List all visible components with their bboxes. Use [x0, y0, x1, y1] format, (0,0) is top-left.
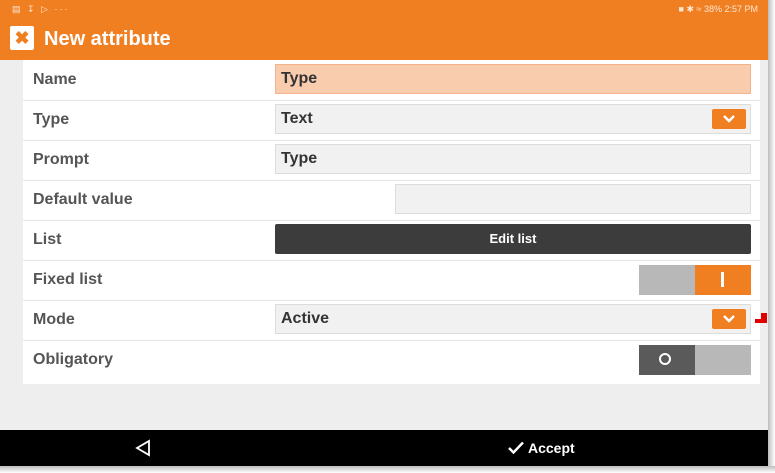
- app-screen: ▤ ↧ ▷ ··· ■ ✱ ≈ 38% 2:57 PM ✖ New attrib…: [0, 0, 768, 466]
- accept-button[interactable]: Accept: [508, 430, 575, 466]
- name-field[interactable]: Type: [275, 64, 751, 94]
- notification-icons: ▤ ↧ ▷ ···: [12, 4, 70, 14]
- form-row-list: List Edit list: [23, 220, 760, 261]
- type-dropdown-button[interactable]: [712, 109, 746, 129]
- form-row-obligatory: Obligatory: [23, 340, 760, 380]
- prompt-field[interactable]: Type: [275, 144, 751, 174]
- mode-label: Mode: [33, 311, 75, 328]
- chevron-down-icon: [723, 115, 735, 123]
- fixed-list-toggle[interactable]: [639, 265, 751, 295]
- type-value: Text: [281, 110, 313, 127]
- app-logo-icon: ✖: [10, 26, 34, 50]
- mode-select[interactable]: Active: [275, 304, 751, 334]
- toggle-on-icon: [721, 272, 724, 287]
- obligatory-toggle[interactable]: [639, 345, 751, 375]
- back-icon[interactable]: [134, 439, 152, 457]
- obligatory-label: Obligatory: [33, 351, 114, 368]
- prompt-label: Prompt: [33, 151, 89, 168]
- toggle-thumb: [695, 265, 751, 295]
- toggle-thumb: [639, 345, 695, 375]
- type-select[interactable]: Text: [275, 104, 751, 134]
- form-row-mode: Mode Active: [23, 300, 760, 341]
- mode-dropdown-button[interactable]: [712, 309, 746, 329]
- bottom-nav-bar: Accept: [0, 430, 768, 466]
- status-right-text: ■ ✱ ≈ 38% 2:57 PM: [679, 4, 758, 15]
- default-value-label: Default value: [33, 191, 133, 208]
- chevron-down-icon: [723, 315, 735, 323]
- attribute-form: Name Type Type Text Prompt Type Default …: [23, 60, 760, 384]
- toggle-off-icon: [659, 353, 671, 365]
- form-row-name: Name Type: [23, 60, 760, 101]
- page-title: New attribute: [44, 28, 171, 50]
- form-row-fixed-list: Fixed list: [23, 260, 760, 301]
- type-label: Type: [33, 111, 70, 128]
- app-bar: ✖ New attribute: [0, 20, 768, 60]
- checkmark-icon: [508, 441, 524, 455]
- list-label: List: [33, 231, 62, 248]
- prompt-value: Type: [281, 150, 318, 167]
- status-bar: ▤ ↧ ▷ ··· ■ ✱ ≈ 38% 2:57 PM: [0, 0, 768, 20]
- name-value: Type: [281, 70, 318, 87]
- accept-label: Accept: [528, 440, 575, 456]
- frame-shadow-right: [768, 0, 775, 473]
- status-icons: ■ ✱ ≈: [678, 4, 704, 14]
- frame-shadow-bottom: [0, 466, 775, 473]
- status-battery-time: 38% 2:57 PM: [703, 4, 758, 14]
- default-value-field[interactable]: [395, 184, 751, 214]
- toggle-track: [695, 345, 751, 375]
- fixed-list-label: Fixed list: [33, 271, 103, 288]
- edit-list-button[interactable]: Edit list: [275, 224, 751, 254]
- name-label: Name: [33, 71, 77, 88]
- form-row-default-value: Default value: [23, 180, 760, 221]
- toggle-track: [639, 265, 695, 295]
- form-row-prompt: Prompt Type: [23, 140, 760, 181]
- red-marker-foot: [755, 319, 767, 323]
- form-row-type: Type Text: [23, 100, 760, 141]
- mode-value: Active: [281, 310, 330, 327]
